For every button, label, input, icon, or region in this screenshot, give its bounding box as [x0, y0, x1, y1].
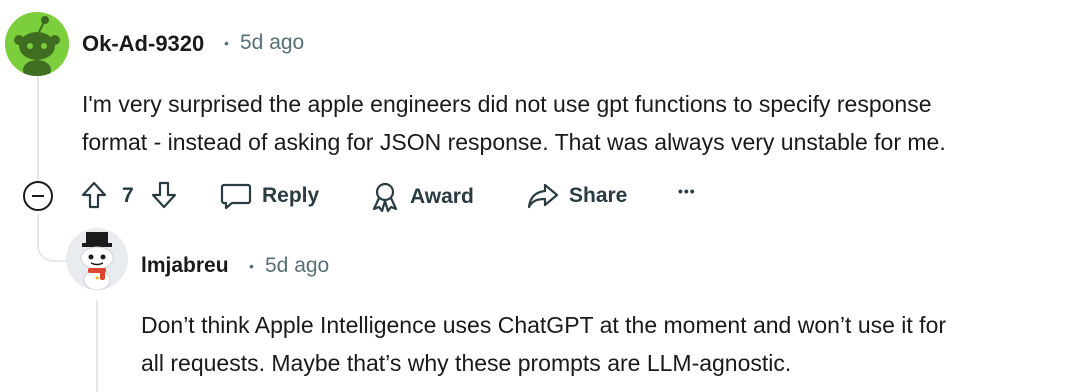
share-label: Share [569, 184, 628, 207]
comment-body: I'm very surprised the apple engineers d… [82, 91, 946, 155]
share-arrow-icon [527, 181, 559, 211]
collapse-thread-button[interactable] [23, 181, 53, 211]
thread-line[interactable] [96, 300, 98, 392]
comment-body: Don’t think Apple Intelligence uses Chat… [141, 312, 947, 376]
award-button[interactable]: Award [370, 181, 474, 213]
share-button[interactable]: Share [527, 181, 627, 211]
vote-count: 7 [122, 184, 134, 207]
user-avatar[interactable] [5, 12, 69, 76]
snoo-avatar-icon [5, 12, 69, 76]
comment-author[interactable]: Ok-Ad-9320 [82, 31, 204, 57]
reply-button[interactable]: Reply [220, 181, 319, 211]
snoo-avatar-tophat-icon [66, 228, 128, 290]
downvote-arrow-icon [150, 180, 178, 210]
more-options-button[interactable]: ••• [678, 183, 696, 199]
comment-timestamp[interactable]: 5d ago [240, 31, 304, 55]
upvote-arrow-icon [80, 180, 108, 210]
reply-label: Reply [262, 184, 320, 207]
comment-author[interactable]: lmjabreu [141, 254, 229, 278]
meta-separator: • [224, 35, 229, 51]
award-ribbon-icon [370, 181, 400, 213]
meta-separator: • [249, 258, 254, 274]
thread-branch-line [37, 214, 69, 262]
comment-bubble-icon [220, 181, 252, 211]
upvote-button[interactable] [80, 180, 108, 210]
comment-timestamp[interactable]: 5d ago [265, 254, 329, 278]
downvote-button[interactable] [150, 180, 178, 210]
thread-line[interactable] [37, 74, 39, 182]
user-avatar[interactable] [66, 228, 128, 290]
more-options-icon: ••• [678, 183, 696, 199]
award-label: Award [410, 185, 474, 208]
